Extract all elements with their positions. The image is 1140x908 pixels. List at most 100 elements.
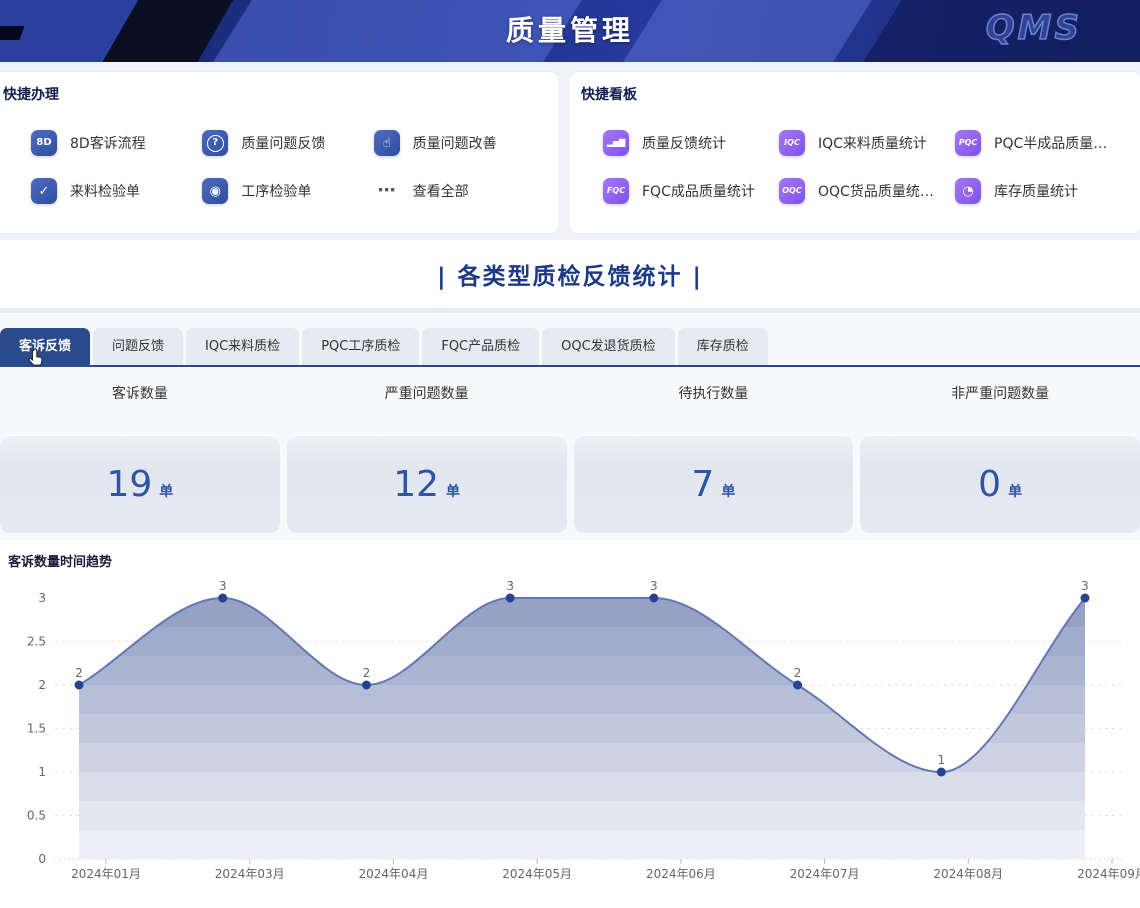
fqc-icon: FQC — [603, 178, 629, 204]
oqc-icon: OQC — [779, 178, 805, 204]
tab-5[interactable]: OQC发退货质检 — [542, 328, 675, 365]
quick-action-item[interactable]: ⋯查看全部 — [374, 178, 545, 204]
stat-label: 客诉数量 — [0, 383, 280, 401]
tab-2[interactable]: IQC来料质检 — [186, 328, 299, 365]
tab-1[interactable]: 问题反馈 — [93, 328, 183, 365]
tab-6[interactable]: 库存质检 — [678, 328, 768, 365]
quick-item-label: 来料检验单 — [70, 181, 140, 201]
target-icon: ◉ — [202, 178, 228, 204]
quick-item-label: 质量反馈统计 — [642, 133, 726, 153]
y-axis-label: 2 — [38, 678, 46, 692]
quick-board-item[interactable]: ◔库存质量统计 — [955, 178, 1131, 204]
x-axis-label: 2024年06月 — [646, 867, 716, 881]
stat-unit: 单 — [1008, 467, 1022, 501]
tab-bar: 客诉反馈问题反馈IQC来料质检PQC工序质检FQC产品质检OQC发退货质检库存质… — [0, 328, 1140, 367]
tab-0[interactable]: 客诉反馈 — [0, 328, 90, 365]
quick-board-item[interactable]: IQC IQC来料质量统计 — [779, 130, 955, 156]
tab-3[interactable]: PQC工序质检 — [302, 328, 419, 365]
quick-item-label: 工序检验单 — [241, 181, 311, 201]
stat-card[interactable]: 0单 — [860, 435, 1140, 533]
stat-cards-row: 客诉数量19单严重问题数量12单待执行数量7单非严重问题数量0单 — [0, 383, 1140, 533]
tab-4[interactable]: FQC产品质检 — [422, 328, 539, 365]
quick-boards-title: 快捷看板 — [581, 84, 1140, 104]
x-axis-label: 2024年03月 — [215, 867, 285, 881]
icon-glyph: PQC — [959, 139, 978, 147]
icon-glyph: ▂▅▇ — [607, 139, 625, 147]
quick-item-label: IQC来料质量统计 — [818, 133, 927, 153]
x-axis-label: 2024年05月 — [502, 867, 572, 881]
trend-chart-section: 客诉数量时间趋势 00.511.522.53232332132024年01月20… — [0, 540, 1140, 908]
x-axis-label: 2024年07月 — [790, 867, 860, 881]
stat-value: 19 — [106, 464, 152, 505]
icon-glyph: OQC — [782, 187, 801, 195]
x-axis-label: 2024年09月 — [1077, 867, 1140, 881]
quick-board-item[interactable]: ▂▅▇ 质量反馈统计 — [603, 130, 779, 156]
data-point — [1081, 594, 1090, 603]
quick-action-item[interactable]: 8D 8D客诉流程 — [31, 130, 202, 156]
x-axis-label: 2024年04月 — [359, 867, 429, 881]
stat-card[interactable]: 12单 — [287, 435, 567, 533]
y-axis-label: 0 — [38, 852, 46, 866]
stat-unit: 单 — [446, 467, 460, 501]
data-point-label: 2 — [363, 666, 371, 680]
quick-boards-grid: ▂▅▇ 质量反馈统计 IQC IQC来料质量统计 PQC PQC半成品质量… FQC FQC成… — [581, 130, 1140, 204]
stat-value: 0 — [978, 464, 1001, 505]
icon-glyph: ✓ — [39, 185, 50, 198]
section-title-bar: | 各类型质检反馈统计 | — [0, 240, 1140, 308]
data-point — [937, 768, 946, 777]
bar-chart-icon: ▂▅▇ — [603, 130, 629, 156]
stat-card[interactable]: 19单 — [0, 435, 280, 533]
stat-column: 待执行数量 7单 — [574, 383, 854, 533]
stat-label: 待执行数量 — [574, 383, 854, 401]
icon-glyph: ? — [207, 135, 224, 152]
data-point — [649, 594, 658, 603]
quick-actions-title: 快捷办理 — [3, 84, 559, 104]
data-point-label: 3 — [506, 579, 514, 593]
data-point — [218, 594, 227, 603]
icon-glyph: FQC — [607, 187, 625, 195]
feedback-statistics-section: 客诉反馈问题反馈IQC来料质检PQC工序质检FQC产品质检OQC发退货质检库存质… — [0, 313, 1140, 540]
qms-logo: QMS — [986, 8, 1082, 48]
stat-card[interactable]: 7单 — [574, 435, 854, 533]
quick-board-item[interactable]: FQC FQC成品质量统计 — [603, 178, 779, 204]
trend-area-chart: 00.511.522.53232332132024年01月2024年03月202… — [0, 558, 1140, 908]
quick-item-label: 查看全部 — [413, 181, 469, 201]
data-point-label: 1 — [937, 753, 945, 767]
stat-column: 严重问题数量 12单 — [287, 383, 567, 533]
iqc-icon: IQC — [779, 130, 805, 156]
data-point-label: 3 — [650, 579, 658, 593]
quick-board-item[interactable]: PQC PQC半成品质量… — [955, 130, 1131, 156]
stat-label: 严重问题数量 — [287, 383, 567, 401]
stat-unit: 单 — [159, 467, 173, 501]
qms-dashboard: 质量管理 QMS 快捷办理 8D8D客诉流程?质量问题反馈☝质量问题改善✓来料检… — [0, 0, 1140, 908]
quick-action-item[interactable]: ✓ 来料检验单 — [31, 178, 202, 204]
y-axis-label: 3 — [38, 591, 46, 605]
y-axis-label: 0.5 — [27, 809, 46, 823]
data-point — [506, 594, 515, 603]
data-point — [362, 681, 371, 690]
quick-action-item[interactable]: ◉ 工序检验单 — [202, 178, 373, 204]
quick-action-item[interactable]: ☝质量问题改善 — [374, 130, 545, 156]
quick-item-label: 8D客诉流程 — [70, 133, 146, 153]
stat-label: 非严重问题数量 — [860, 383, 1140, 401]
data-point-label: 3 — [1081, 579, 1089, 593]
pie-chart-icon: ◔ — [955, 178, 981, 204]
quick-item-label: FQC成品质量统计 — [642, 181, 755, 201]
icon-glyph: IQC — [784, 139, 800, 147]
quick-item-label: OQC货品质量统… — [818, 181, 934, 201]
quick-action-item[interactable]: ? 质量问题反馈 — [202, 130, 373, 156]
y-axis-label: 1.5 — [27, 722, 46, 736]
data-point-label: 2 — [794, 666, 802, 680]
quick-board-item[interactable]: OQC OQC货品质量统… — [779, 178, 955, 204]
data-point-label: 3 — [219, 579, 227, 593]
question-icon: ? — [202, 130, 228, 156]
shield-check-icon: ✓ — [31, 178, 57, 204]
data-point — [793, 681, 802, 690]
section-title: | 各类型质检反馈统计 | — [437, 257, 703, 291]
quick-item-label: 质量问题反馈 — [241, 133, 325, 153]
stat-value: 7 — [691, 464, 714, 505]
icon-glyph: 8D — [36, 138, 51, 148]
quick-item-label: PQC半成品质量… — [994, 133, 1107, 153]
stat-column: 客诉数量 19单 — [0, 383, 280, 533]
icon-glyph: ◉ — [210, 185, 221, 198]
